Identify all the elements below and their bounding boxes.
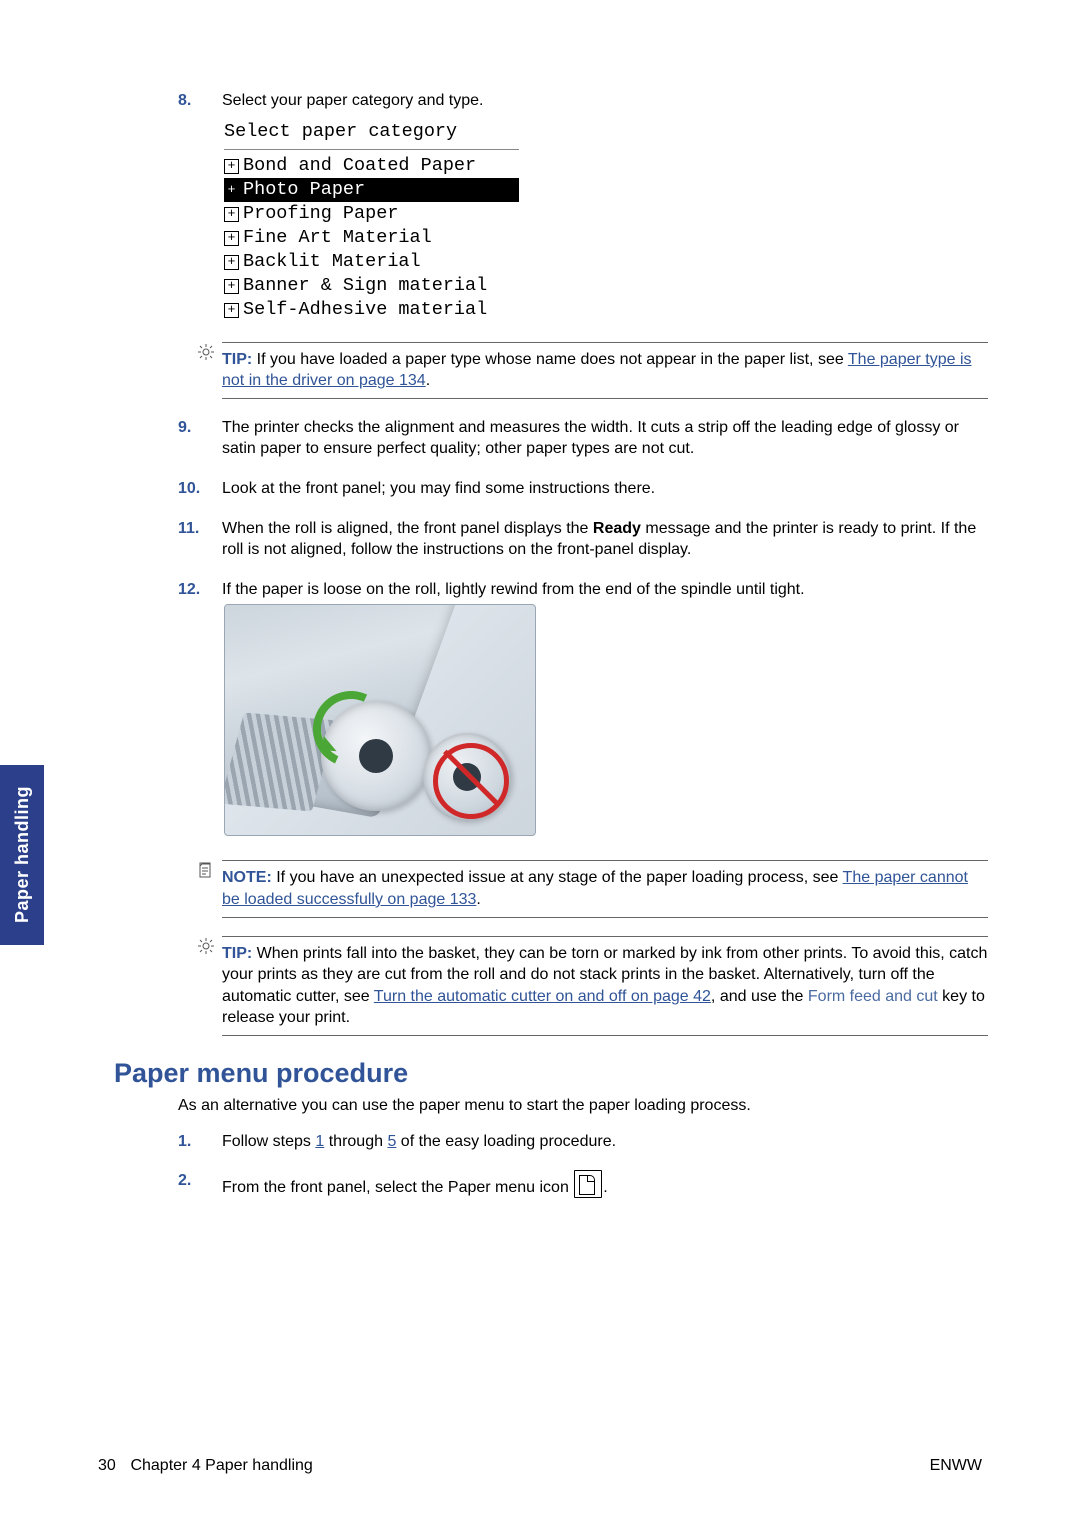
paper-category-item[interactable]: +Backlit Material [224,250,519,274]
roll-rewind-illustration [224,604,536,836]
proc-step-2: 2. From the front panel, select the Pape… [178,1170,988,1199]
procedure-intro: As an alternative you can use the paper … [178,1097,988,1115]
tip-text: , and use the [711,988,808,1005]
note-text: If you have an unexpected issue at any s… [276,869,842,886]
expand-icon[interactable]: + [224,255,239,270]
link-step-1[interactable]: 1 [315,1133,324,1150]
link-automatic-cutter[interactable]: Turn the automatic cutter on and off on … [374,988,711,1005]
page-number: 30 [98,1457,126,1475]
note-callout: NOTE: If you have an unexpected issue at… [198,860,988,917]
paper-category-item[interactable]: +Self-Adhesive material [224,298,519,322]
prohibited-icon [433,743,509,819]
expand-icon[interactable]: + [224,279,239,294]
step-number: 12. [178,579,222,843]
expand-icon[interactable]: + [224,159,239,174]
step-text: From the front panel, select the Paper m… [222,1179,573,1196]
paper-category-item[interactable]: +Bond and Coated Paper [224,154,519,178]
note-icon [198,862,214,878]
step-number: 2. [178,1170,222,1199]
chapter-side-tab-label: Paper handling [12,786,33,923]
tip-label: TIP: [222,351,252,368]
tip-icon [198,344,214,360]
step-8: 8. Select your paper category and type. … [178,90,988,324]
link-step-5[interactable]: 5 [387,1133,396,1150]
step-9: 9. The printer checks the alignment and … [178,417,988,460]
step-10: 10. Look at the front panel; you may fin… [178,478,988,500]
step-text: . [603,1179,607,1196]
footer-right: ENWW [930,1457,982,1475]
form-feed-key: Form feed and cut [808,988,938,1005]
step-number: 9. [178,417,222,460]
proc-step-1: 1. Follow steps 1 through 5 of the easy … [178,1131,988,1153]
paper-category-item[interactable]: +Banner & Sign material [224,274,519,298]
paper-category-panel: Select paper category +Bond and Coated P… [224,120,519,324]
step-text: When the roll is aligned, the front pane… [222,520,593,537]
paper-category-item-selected[interactable]: +Photo Paper [224,178,519,202]
tip-callout: TIP: If you have loaded a paper type who… [198,342,988,399]
tip-text: . [426,372,430,389]
chapter-side-tab: Paper handling [0,765,44,945]
step-number: 10. [178,478,222,500]
step-text: If the paper is loose on the roll, light… [222,579,988,601]
chapter-label: Chapter 4 Paper handling [130,1457,312,1474]
tip-text: If you have loaded a paper type whose na… [257,351,848,368]
note-text: . [476,891,480,908]
paper-category-title: Select paper category [224,120,519,150]
step-text: through [324,1133,387,1150]
page-footer: 30 Chapter 4 Paper handling ENWW [0,1457,1080,1475]
expand-icon[interactable]: + [224,207,239,222]
step-number: 11. [178,518,222,561]
step-number: 8. [178,90,222,324]
paper-menu-icon [574,1170,602,1198]
heading-paper-menu-procedure: Paper menu procedure [114,1058,988,1089]
paper-category-item[interactable]: +Proofing Paper [224,202,519,226]
tip-callout: TIP: When prints fall into the basket, t… [198,936,988,1036]
step-text: of the easy loading procedure. [396,1133,616,1150]
step-12: 12. If the paper is loose on the roll, l… [178,579,988,843]
step-text: The printer checks the alignment and mea… [222,417,988,460]
expand-icon[interactable]: + [224,303,239,318]
step-11: 11. When the roll is aligned, the front … [178,518,988,561]
paper-category-item[interactable]: +Fine Art Material [224,226,519,250]
step-number: 1. [178,1131,222,1153]
expand-icon[interactable]: + [224,183,239,198]
step-text: Follow steps [222,1133,315,1150]
step-text: Look at the front panel; you may find so… [222,478,988,500]
step-text: Select your paper category and type. [222,90,988,112]
tip-label: TIP: [222,945,252,962]
note-label: NOTE: [222,869,272,886]
ready-keyword: Ready [593,520,641,537]
expand-icon[interactable]: + [224,231,239,246]
tip-icon [198,938,214,954]
paper-category-list[interactable]: +Bond and Coated Paper +Photo Paper +Pro… [224,154,519,324]
